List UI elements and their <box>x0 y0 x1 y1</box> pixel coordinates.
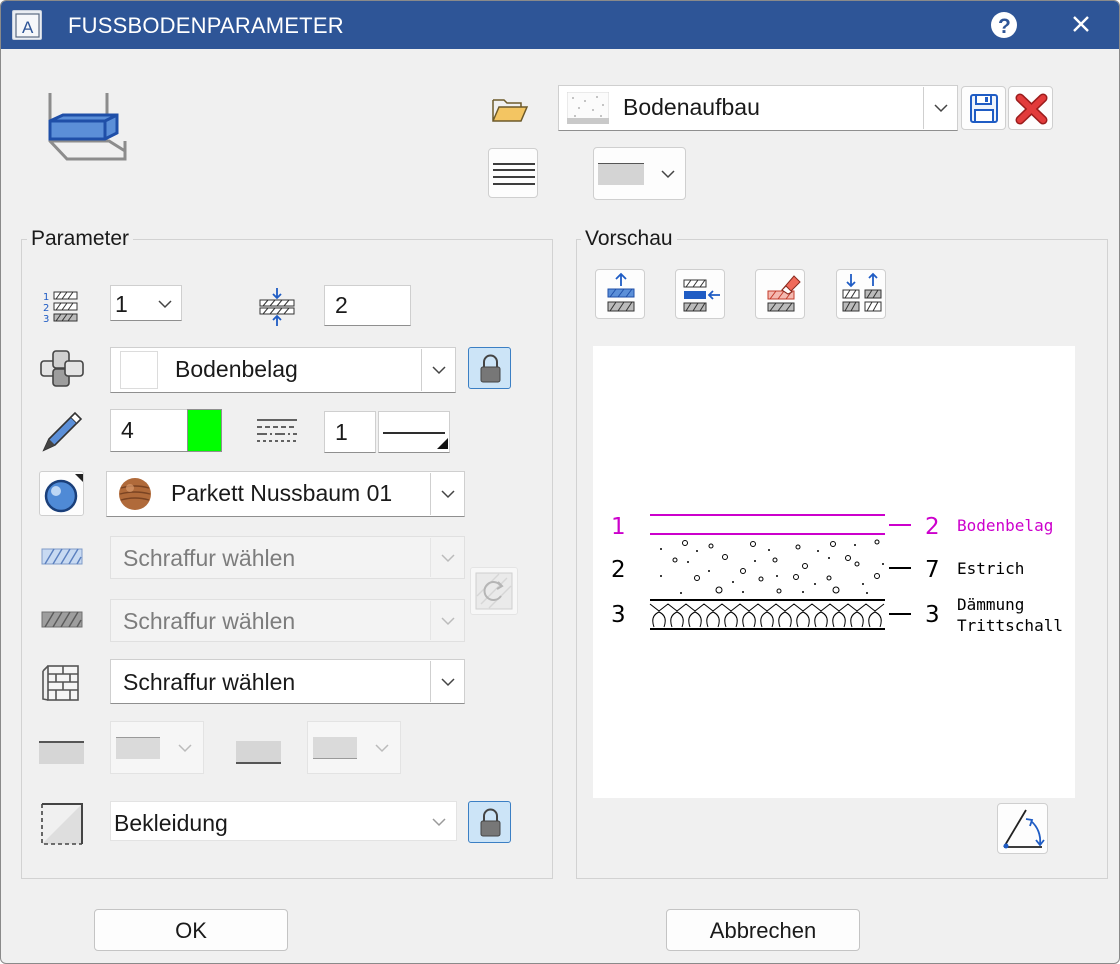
preview-canvas: 1 2 Bodenbelag 2 7 Estrich 3 3 Dämmung T… <box>593 346 1075 798</box>
chevron-down-icon[interactable] <box>430 538 464 577</box>
preview-row-3-label2: Trittschall <box>957 616 1063 635</box>
preview-row-3-label: Dämmung <box>957 595 1024 614</box>
floppy-icon <box>970 94 998 123</box>
linetype-number-field[interactable]: 1 <box>324 411 376 453</box>
line-style-combo-2[interactable] <box>307 721 401 774</box>
cancel-button[interactable]: Abbrechen <box>666 909 860 951</box>
layer-swap-icon <box>842 272 882 312</box>
svg-text:1: 1 <box>43 292 49 303</box>
angle-icon <box>1003 809 1045 849</box>
preview-row-3-left: 3 <box>611 602 626 628</box>
app-icon: A <box>12 10 42 40</box>
svg-text:2: 2 <box>43 303 49 314</box>
chevron-down-icon <box>178 744 192 753</box>
title-bar: A FUSSBODENPARAMETER ? <box>1 1 1119 49</box>
chevron-down-icon[interactable] <box>421 349 455 391</box>
layer-lock-button[interactable] <box>468 347 511 389</box>
texture-swatch-icon <box>566 91 610 125</box>
hatch-combo-3[interactable]: Schraffur wählen <box>110 659 465 704</box>
eraser-icon <box>767 275 801 312</box>
chevron-down-icon <box>375 744 389 753</box>
lock-icon <box>480 808 501 837</box>
cladding-combo[interactable]: Bekleidung <box>110 801 457 841</box>
help-icon[interactable]: ? <box>989 10 1019 40</box>
surface-button[interactable] <box>39 471 84 516</box>
window-title: FUSSBODENPARAMETER <box>68 13 344 38</box>
brick-wall-icon <box>41 663 81 703</box>
layer-number-icon: 123 <box>41 289 81 325</box>
lock-icon <box>480 354 501 383</box>
thickness-icon <box>257 287 297 327</box>
linetype-icon <box>255 414 299 448</box>
chevron-down-icon[interactable] <box>923 87 957 129</box>
delete-button[interactable] <box>1008 86 1053 130</box>
pen-color-swatch[interactable] <box>187 409 222 452</box>
folder-open-icon[interactable] <box>491 96 529 124</box>
layer-combo[interactable]: Bodenbelag <box>110 347 456 393</box>
line-style-icon-2 <box>236 741 281 764</box>
layer-lines-icon <box>493 163 535 185</box>
thickness-field[interactable]: 2 <box>324 285 411 326</box>
line-style-swatch <box>116 737 160 759</box>
chevron-down-icon[interactable] <box>422 803 456 839</box>
save-button[interactable] <box>961 86 1006 130</box>
hatch-combo-2[interactable]: Schraffur wählen <box>110 599 465 642</box>
layer-up-icon <box>607 272 635 312</box>
pen-icon <box>41 409 83 453</box>
layer-insert-button[interactable] <box>675 269 725 319</box>
preview-row-1-left: 1 <box>611 514 626 540</box>
pen-thickness-field[interactable]: 4 <box>110 409 188 452</box>
preview-row-2-num: 7 <box>925 557 940 583</box>
preview-row-1-label: Bodenbelag <box>957 516 1053 535</box>
favorite-combo[interactable]: Bodenaufbau <box>558 85 958 131</box>
layer-number-combo[interactable]: 1 <box>110 285 182 321</box>
svg-text:3: 3 <box>43 314 49 325</box>
preview-row-1-num: 2 <box>925 514 940 540</box>
cladding-lock-button[interactable] <box>468 801 511 843</box>
linetype-combo[interactable] <box>378 411 450 453</box>
hatch-combo-1[interactable]: Schraffur wählen <box>110 536 465 579</box>
chevron-down-icon <box>661 170 675 179</box>
swap-hatch-icon <box>475 572 513 610</box>
sphere-icon <box>44 474 83 513</box>
hatch-gray-icon <box>41 609 83 631</box>
layer-swap-button[interactable] <box>836 269 886 319</box>
parameter-group-title: Parameter <box>27 227 134 251</box>
chevron-down-icon[interactable] <box>430 473 464 515</box>
floor-icon <box>43 87 133 169</box>
preview-row-3-num: 3 <box>925 602 940 628</box>
swap-hatch-button[interactable] <box>470 567 518 615</box>
line-style-combo[interactable] <box>593 147 686 200</box>
cladding-icon <box>41 803 83 845</box>
svg-text:A: A <box>22 18 34 37</box>
chevron-down-icon[interactable] <box>430 661 464 702</box>
angle-button[interactable] <box>997 803 1048 854</box>
preview-row-2-label: Estrich <box>957 559 1024 578</box>
layer-delete-button[interactable] <box>755 269 805 319</box>
line-style-swatch <box>598 163 644 185</box>
chevron-down-icon <box>158 300 172 309</box>
layer-up-button[interactable] <box>595 269 645 319</box>
close-icon[interactable] <box>1065 10 1097 40</box>
layer-blocks-icon <box>39 349 85 389</box>
layer-insert-icon <box>683 279 720 312</box>
chevron-down-icon[interactable] <box>430 601 464 640</box>
preview-row-2-left: 2 <box>611 557 626 583</box>
ok-button[interactable]: OK <box>94 909 288 951</box>
dialog-window: A FUSSBODENPARAMETER ? Bodenaufbau Param… <box>0 0 1120 964</box>
layer-lines-button[interactable] <box>488 148 538 198</box>
preview-group-title: Vorschau <box>581 227 677 251</box>
line-style-swatch <box>313 737 357 759</box>
svg-text:?: ? <box>998 15 1011 38</box>
hatch-blue-icon <box>41 546 83 568</box>
line-style-icon-1 <box>39 741 84 764</box>
favorite-combo-value: Bodenaufbau <box>623 94 760 120</box>
red-x-icon <box>1015 93 1048 125</box>
surface-combo[interactable]: Parkett Nussbaum 01 <box>106 471 465 517</box>
line-style-combo-1[interactable] <box>110 721 204 774</box>
wood-sphere-icon <box>117 476 153 512</box>
layer-color-swatch <box>120 351 158 389</box>
